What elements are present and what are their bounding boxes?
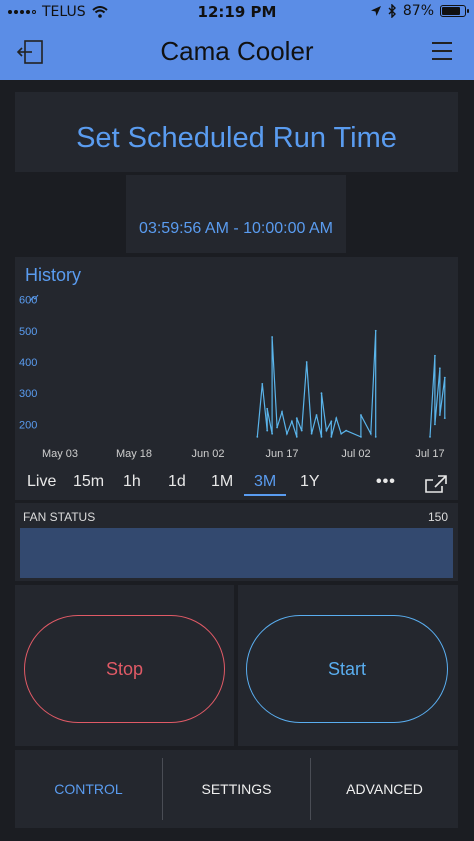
data-point: [438, 414, 441, 416]
tab-advanced[interactable]: ADVANCED: [311, 750, 458, 828]
x-tick-label: Jun 02: [191, 448, 224, 460]
data-point: [325, 429, 328, 432]
data-point: [271, 432, 274, 435]
page-title: Cama Cooler: [160, 36, 314, 66]
data-point: [295, 435, 298, 438]
data-point: [438, 367, 441, 370]
bluetooth-icon: [388, 4, 396, 18]
schedule-title: Set Scheduled Run Time: [15, 92, 458, 172]
time-range-selector: Live 15m 1h 1d 1M 3M 1Y •••: [15, 469, 458, 497]
tab-control[interactable]: CONTROL: [15, 750, 162, 828]
hamburger-menu-icon[interactable]: [432, 42, 452, 62]
data-point: [266, 407, 269, 410]
series-line: [256, 330, 377, 438]
history-chart-panel: History 200 300 400 500 600 May 03 May 18 Jun 0…: [15, 257, 458, 500]
status-right: 87%: [370, 3, 469, 19]
x-tick-label: Jul 17: [415, 448, 444, 460]
y-tick-label: 300: [19, 388, 37, 400]
data-point: [295, 417, 298, 420]
data-point: [320, 392, 323, 395]
x-tick-label: Jun 17: [265, 448, 298, 460]
data-point: [443, 417, 446, 420]
data-point: [310, 432, 313, 435]
fan-status-panel: FAN STATUS 150: [15, 503, 458, 581]
data-point: [345, 429, 348, 432]
fan-status-bar: [20, 528, 453, 578]
schedule-time-range[interactable]: 03:59:56 AM - 10:00:00 AM: [126, 175, 346, 253]
range-1h[interactable]: 1h: [123, 473, 141, 491]
range-15m[interactable]: 15m: [73, 473, 104, 491]
range-1y[interactable]: 1Y: [300, 473, 320, 491]
start-button[interactable]: Start: [246, 615, 448, 723]
data-point: [320, 435, 323, 438]
stop-panel: Stop: [15, 585, 234, 746]
fan-status-value: 150: [427, 510, 448, 524]
data-point: [330, 420, 333, 423]
data-point: [261, 382, 264, 385]
y-tick-label: 600: [19, 295, 37, 307]
y-tick-label: 400: [19, 357, 37, 369]
data-point: [266, 429, 269, 432]
data-point: [256, 435, 259, 438]
bottom-tab-bar: CONTROL SETTINGS ADVANCED: [15, 750, 458, 828]
data-point: [276, 426, 278, 429]
data-point: [434, 354, 436, 357]
location-icon: [370, 6, 381, 16]
data-point: [271, 336, 274, 338]
data-point: [335, 417, 338, 420]
status-bar: TELUS 12:19 PM 87%: [0, 0, 474, 24]
data-point: [286, 432, 288, 435]
data-point: [374, 435, 377, 438]
data-point: [281, 411, 283, 413]
battery-icon: [440, 5, 469, 17]
x-tick-label: May 03: [42, 448, 78, 460]
x-tick-label: May 18: [116, 448, 152, 460]
app-header: Cama Cooler: [0, 24, 474, 80]
tab-settings[interactable]: SETTINGS: [163, 750, 310, 828]
history-chart[interactable]: 200 300 400 500 600 May 03 May 18 Jun 02 Jun 17 J…: [15, 257, 458, 469]
range-1d[interactable]: 1d: [168, 473, 186, 491]
data-point: [360, 414, 362, 416]
expand-icon[interactable]: [425, 475, 447, 493]
data-point: [340, 432, 343, 435]
range-3m[interactable]: 3M: [254, 473, 276, 491]
start-panel: Start: [238, 585, 458, 746]
series-line: [429, 355, 446, 437]
x-tick-label: Jul 02: [341, 448, 370, 460]
data-point: [290, 420, 293, 423]
data-point: [434, 423, 436, 426]
range-1m[interactable]: 1M: [211, 473, 233, 491]
fan-status-label: FAN STATUS: [23, 510, 96, 524]
battery-percent: 87%: [402, 3, 434, 19]
y-tick-label: 200: [19, 419, 37, 431]
data-point: [429, 435, 431, 438]
data-point: [300, 429, 303, 432]
data-point: [305, 361, 308, 363]
data-point: [330, 435, 333, 438]
data-point: [315, 414, 318, 416]
data-point: [369, 432, 372, 435]
data-point: [360, 435, 362, 438]
data-point: [374, 329, 377, 332]
more-options-icon[interactable]: •••: [376, 473, 396, 491]
range-live[interactable]: Live: [27, 473, 56, 491]
data-point: [443, 376, 446, 379]
y-tick-label: 500: [19, 326, 37, 338]
selected-range-indicator: [244, 494, 286, 496]
stop-button[interactable]: Stop: [24, 615, 225, 723]
